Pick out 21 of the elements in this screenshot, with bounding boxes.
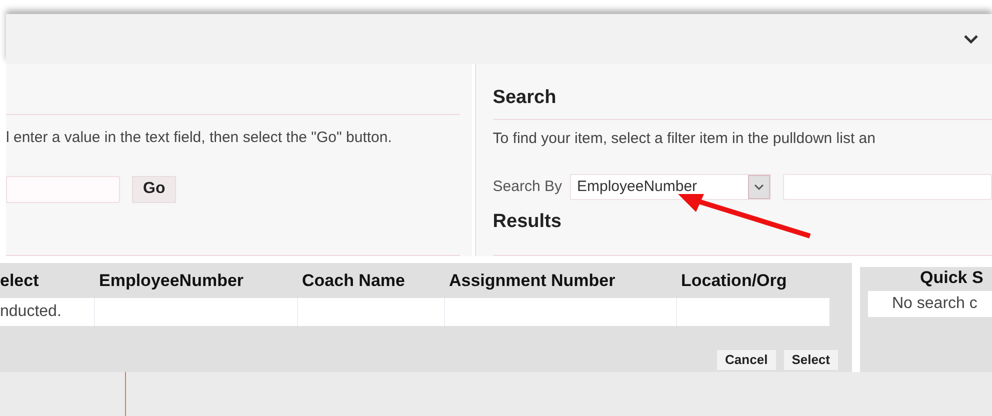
table-cell: nducted. <box>0 298 95 326</box>
column-header: Coach Name <box>301 270 406 292</box>
instruction-text: To find your item, select a filter item in the pulldown list an <box>492 128 876 148</box>
quick-search-heading: Quick S <box>919 267 984 289</box>
column-header: Assignment Number <box>448 270 616 292</box>
column-header: elect <box>0 270 40 292</box>
instruction-text: l enter a value in the text field, then select the "Go" button. <box>6 128 393 148</box>
chevron-down-icon[interactable] <box>964 34 978 44</box>
search-heading: Search <box>492 86 558 110</box>
column-header: Location/Org <box>680 270 788 292</box>
search-field[interactable] <box>783 174 992 200</box>
go-button[interactable]: Go <box>132 176 176 202</box>
empty-message: No search c <box>892 294 978 314</box>
dialog-button[interactable]: Select <box>784 350 838 370</box>
column-header: EmployeeNumber <box>98 270 245 292</box>
dialog-button[interactable]: Cancel <box>717 350 776 370</box>
chevron-down-icon <box>748 175 770 199</box>
input-field[interactable] <box>6 176 120 202</box>
results-heading: Results <box>492 210 562 234</box>
search-by-select[interactable]: EmployeeNumber <box>570 174 771 200</box>
search-by-label: Search By <box>492 176 562 197</box>
